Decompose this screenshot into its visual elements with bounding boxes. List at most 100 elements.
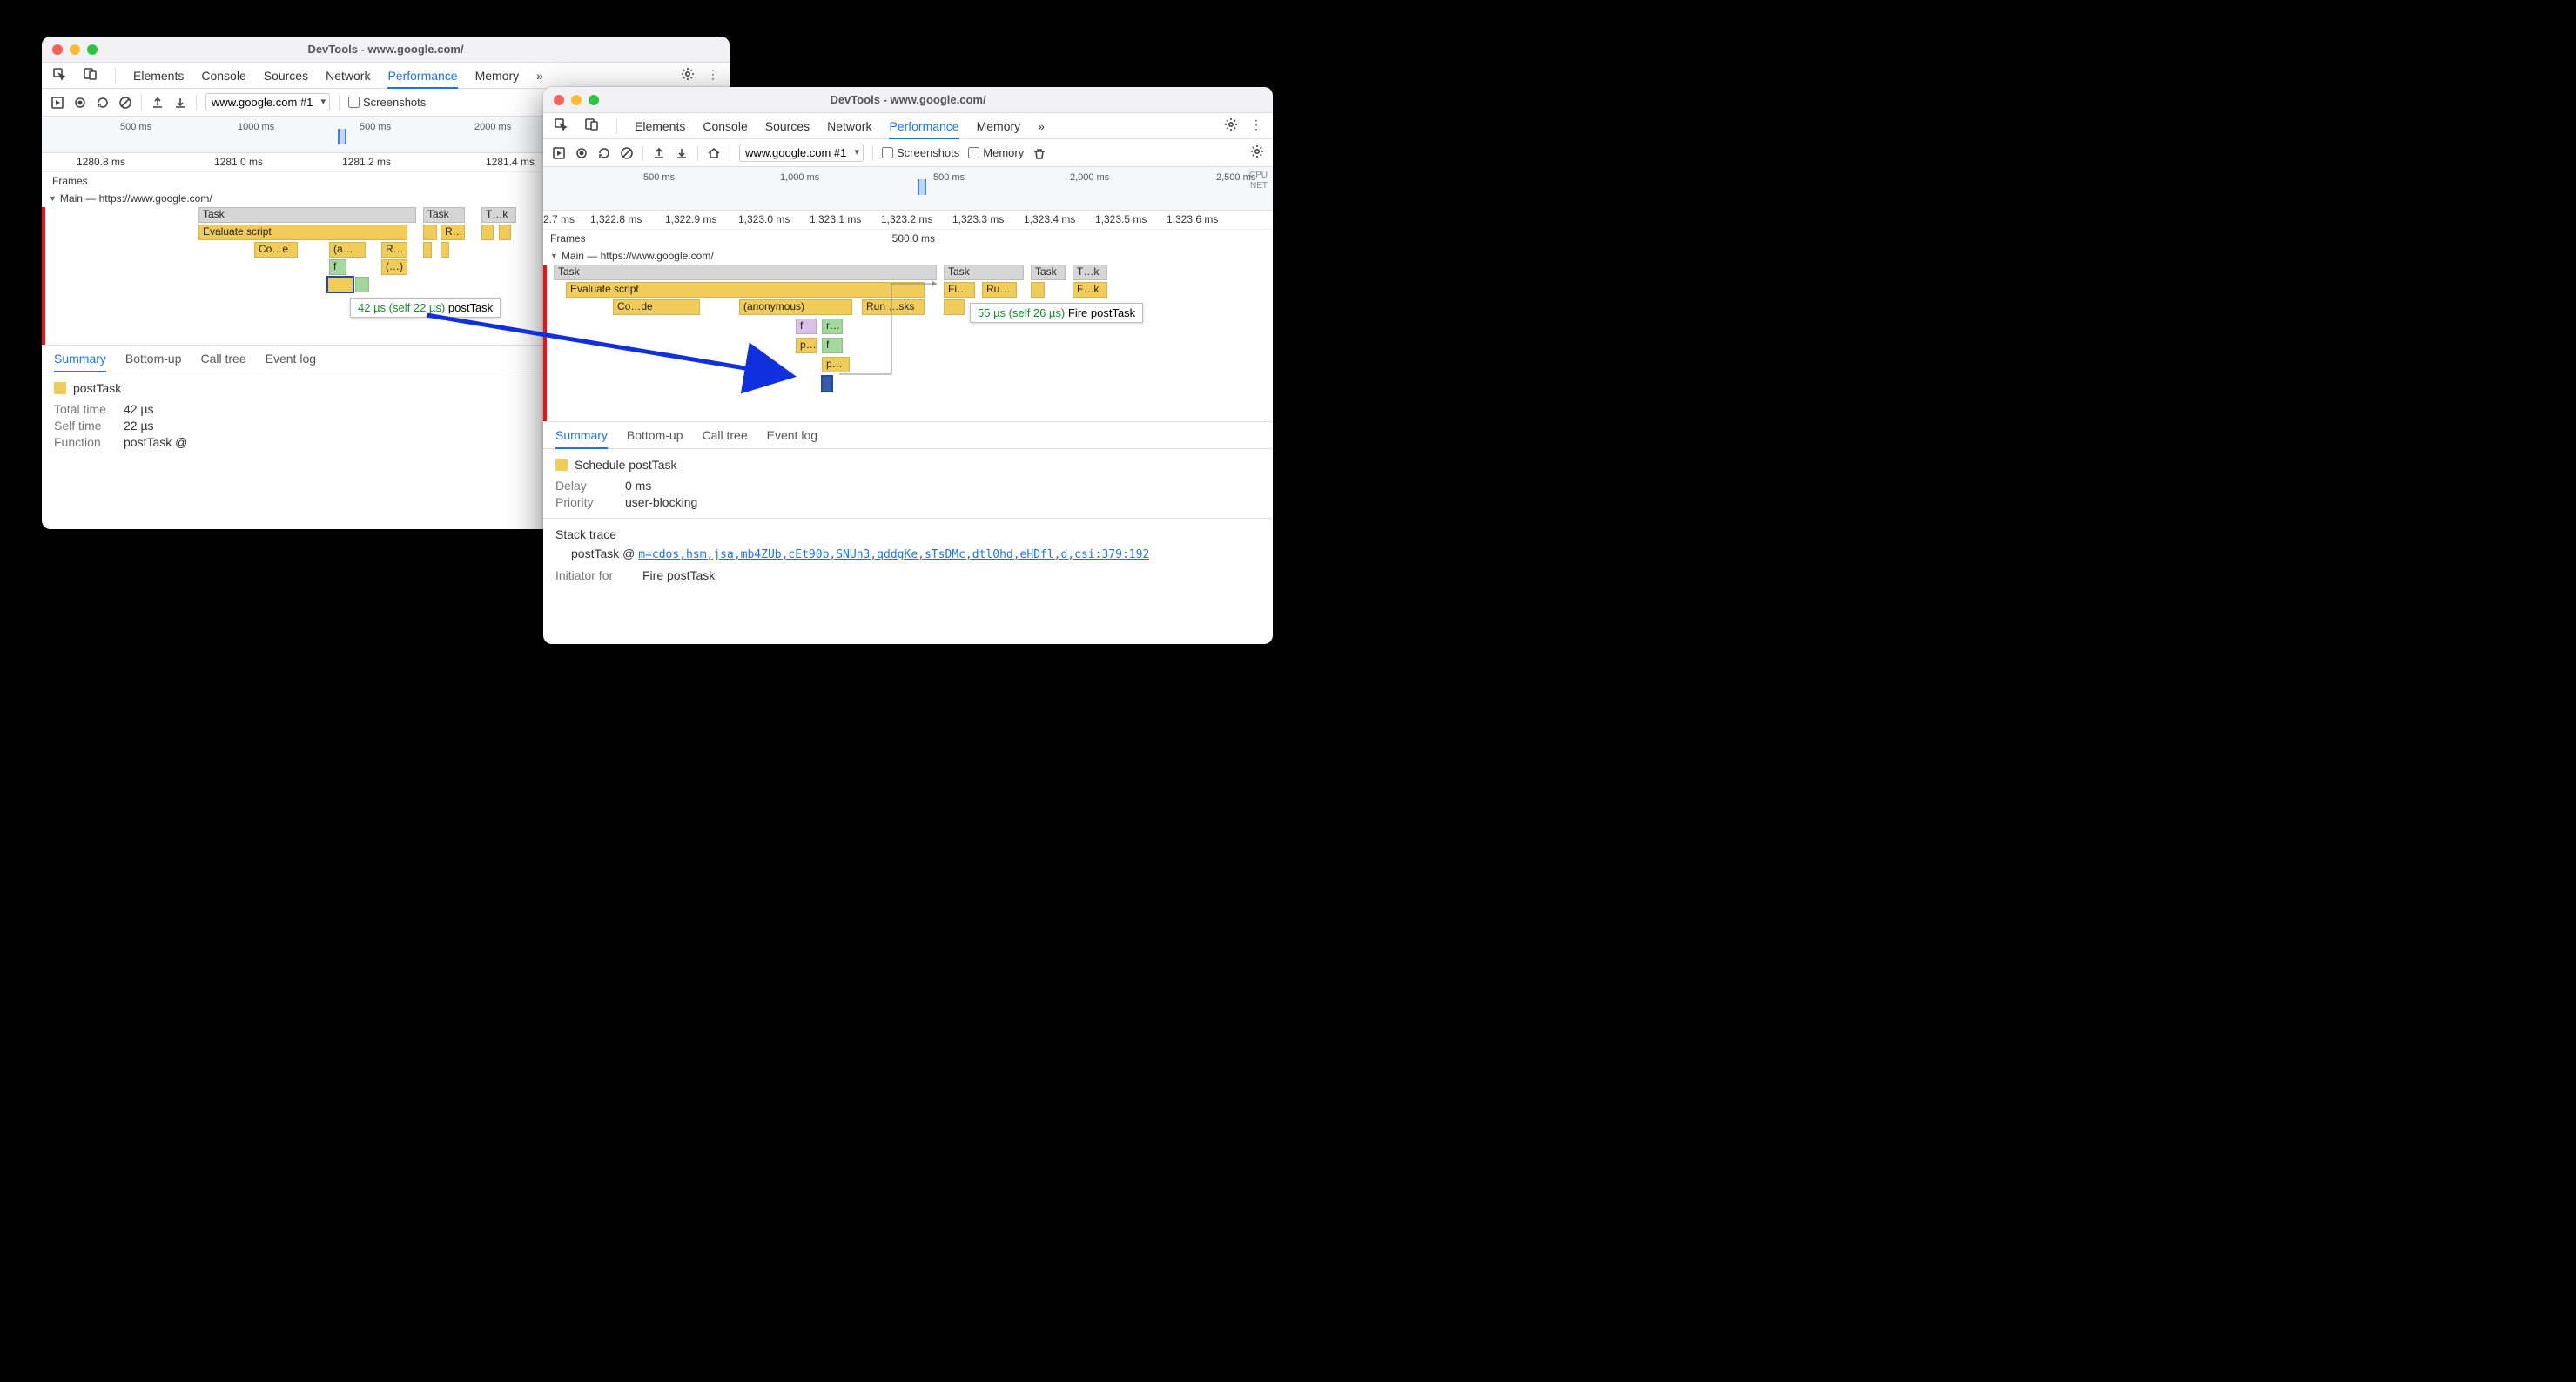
flame-entry-selected[interactable] (327, 277, 353, 292)
flame-entry-task[interactable]: Task (198, 207, 416, 223)
dtab-calltree[interactable]: Call tree (201, 352, 246, 366)
flame-entry-task[interactable]: Task (944, 265, 1024, 280)
flame-entry[interactable] (499, 225, 511, 240)
flame-entry[interactable]: Co…e (254, 242, 298, 258)
flame-entry[interactable] (1031, 282, 1045, 298)
flame-entry[interactable] (441, 242, 449, 258)
toggle-timeline-icon[interactable] (50, 96, 64, 110)
flame-entry[interactable] (423, 242, 432, 258)
tab-console[interactable]: Console (703, 119, 747, 133)
collapse-icon[interactable]: ▼ (49, 194, 57, 203)
time-ruler[interactable]: 2.7 ms 1,322.8 ms 1,322.9 ms 1,323.0 ms … (543, 211, 1273, 230)
tab-console[interactable]: Console (201, 69, 245, 83)
dtab-eventlog[interactable]: Event log (767, 428, 817, 442)
screenshots-checkbox[interactable]: Screenshots (882, 146, 959, 159)
inspect-icon[interactable] (554, 117, 568, 134)
overview-window-icon[interactable] (338, 129, 346, 144)
reload-icon[interactable] (96, 96, 110, 110)
inspect-icon[interactable] (52, 67, 66, 84)
detail-tabs[interactable]: Summary Bottom-up Call tree Event log (543, 421, 1273, 449)
flame-entry[interactable]: f (796, 319, 817, 334)
panel-tabs[interactable]: Elements Console Sources Network Perform… (543, 113, 1273, 139)
upload-icon[interactable] (652, 146, 666, 160)
flame-entry-task[interactable]: T…k (1073, 265, 1107, 280)
reload-icon[interactable] (597, 146, 611, 160)
screenshots-checkbox[interactable]: Screenshots (348, 96, 426, 109)
flame-entry[interactable]: p… (796, 338, 817, 353)
settings-icon[interactable] (681, 67, 695, 84)
tab-performance[interactable]: Performance (889, 119, 958, 139)
flame-entry-selected[interactable] (822, 376, 832, 392)
flame-entry[interactable]: (…) (381, 259, 407, 275)
flame-entry[interactable]: Evaluate script (198, 225, 407, 240)
flame-entry[interactable]: (a…s) (329, 242, 366, 258)
overview-window-icon[interactable] (918, 179, 926, 195)
profile-select[interactable]: www.google.com #1 (739, 144, 864, 162)
kebab-icon[interactable]: ⋮ (707, 67, 719, 84)
flame-entry[interactable]: R… (441, 225, 465, 240)
dtab-calltree[interactable]: Call tree (703, 428, 748, 442)
titlebar[interactable]: DevTools - www.google.com/ (42, 37, 730, 63)
flame-entry[interactable]: f (329, 259, 346, 275)
flame-chart[interactable]: Task Task Task T…k Evaluate script Fi…k … (543, 265, 1273, 421)
tab-network[interactable]: Network (326, 69, 370, 83)
tab-memory[interactable]: Memory (475, 69, 520, 83)
panel-settings-icon[interactable] (1250, 144, 1264, 161)
tab-network[interactable]: Network (827, 119, 871, 133)
flame-entry[interactable] (355, 277, 369, 292)
memory-checkbox[interactable]: Memory (968, 146, 1024, 159)
dtab-eventlog[interactable]: Event log (266, 352, 316, 366)
flame-entry[interactable] (481, 225, 494, 240)
tab-elements[interactable]: Elements (133, 69, 184, 83)
record-icon[interactable] (575, 146, 589, 160)
overflow-tabs-icon[interactable]: » (1038, 119, 1045, 133)
settings-icon[interactable] (1224, 117, 1238, 134)
upload-icon[interactable] (151, 96, 165, 110)
clear-icon[interactable] (620, 146, 634, 160)
source-link[interactable]: m=cdos,hsm,jsa,mb4ZUb,cEt90b,SNUn3,qddgK… (638, 548, 1149, 561)
flame-entry[interactable]: R…s (381, 242, 407, 258)
download-icon[interactable] (173, 96, 187, 110)
overflow-tabs-icon[interactable]: » (536, 69, 543, 83)
clear-icon[interactable] (118, 96, 132, 110)
kebab-icon[interactable]: ⋮ (1250, 117, 1262, 134)
window-title: DevTools - www.google.com/ (543, 93, 1273, 106)
toggle-timeline-icon[interactable] (552, 146, 566, 160)
flame-tooltip: 55 µs (self 26 µs) Fire postTask (970, 303, 1143, 323)
flame-entry[interactable]: F…k (1073, 282, 1107, 298)
tab-elements[interactable]: Elements (635, 119, 685, 133)
ruler-tick: 1280.8 ms (77, 156, 125, 168)
frames-track-label[interactable]: Frames 500.0 ms (543, 230, 1273, 247)
window-title: DevTools - www.google.com/ (42, 43, 730, 56)
flame-entry[interactable] (423, 225, 437, 240)
flame-entry-task[interactable]: T…k (481, 207, 516, 223)
flame-entry[interactable]: Ru…s (982, 282, 1017, 298)
device-toggle-icon[interactable] (84, 67, 98, 84)
tab-sources[interactable]: Sources (264, 69, 308, 83)
overview-tick: 500 ms (360, 122, 391, 132)
flame-entry-task[interactable]: Task (554, 265, 937, 280)
dtab-bottomup[interactable]: Bottom-up (627, 428, 683, 442)
flame-entry[interactable]: (anonymous) (739, 299, 852, 315)
collapse-icon[interactable]: ▼ (550, 252, 558, 260)
category-swatch-icon (54, 382, 66, 394)
main-track-label[interactable]: ▼Main — https://www.google.com/ (543, 247, 1273, 265)
tab-sources[interactable]: Sources (765, 119, 810, 133)
flame-entry-task[interactable]: Task (1031, 265, 1066, 280)
flame-entry-task[interactable]: Task (423, 207, 465, 223)
gc-icon[interactable] (1032, 146, 1046, 160)
flame-entry[interactable]: Co…de (613, 299, 700, 315)
dtab-summary[interactable]: Summary (54, 352, 106, 372)
dtab-summary[interactable]: Summary (555, 428, 608, 449)
overview-ruler[interactable]: 500 ms 1,000 ms 500 ms 2,000 ms 2,500 ms… (543, 167, 1273, 211)
download-icon[interactable] (675, 146, 689, 160)
tab-performance[interactable]: Performance (387, 69, 457, 89)
titlebar[interactable]: DevTools - www.google.com/ (543, 87, 1273, 113)
panel-tabs[interactable]: Elements Console Sources Network Perform… (42, 63, 730, 89)
dtab-bottomup[interactable]: Bottom-up (125, 352, 182, 366)
profile-select[interactable]: www.google.com #1 (205, 93, 330, 111)
home-icon[interactable] (707, 146, 721, 160)
record-icon[interactable] (73, 96, 87, 110)
device-toggle-icon[interactable] (585, 117, 599, 134)
tab-memory[interactable]: Memory (977, 119, 1021, 133)
